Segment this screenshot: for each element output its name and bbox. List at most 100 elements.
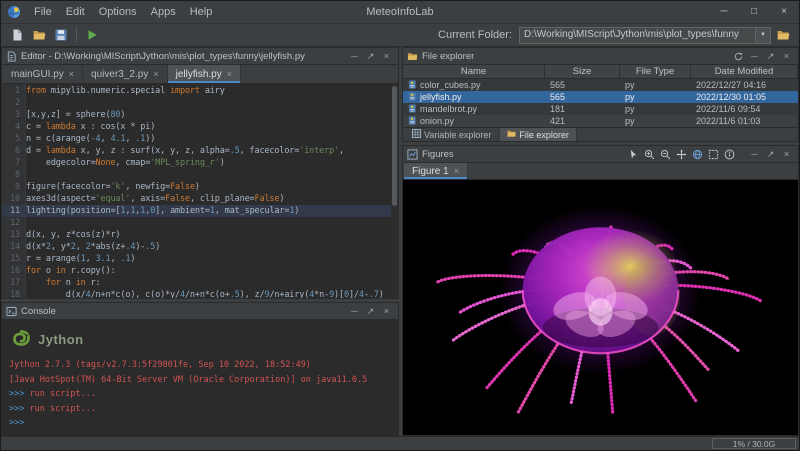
close-panel-icon[interactable]: × <box>379 49 394 63</box>
column-header-date-modified[interactable]: Date Modified <box>691 65 798 78</box>
new-file-button[interactable] <box>7 26 27 45</box>
combo-dropdown-icon[interactable]: ▼ <box>755 28 770 43</box>
file-type-cell: py <box>620 116 691 126</box>
column-header-file-type[interactable]: File Type <box>620 65 691 78</box>
current-folder-value: D:\Working\MIScript\Jython\mis\plot_type… <box>520 28 755 43</box>
editor-tab-quiver3_2.py[interactable]: quiver3_2.py× <box>83 65 168 83</box>
column-header-name[interactable]: Name <box>403 65 545 78</box>
float-panel-icon[interactable]: ↗ <box>363 49 378 63</box>
line-number: 13 <box>2 229 26 241</box>
globe-icon <box>692 149 703 160</box>
tab-close-icon[interactable]: × <box>227 70 232 79</box>
current-folder-combo[interactable]: D:\Working\MIScript\Jython\mis\plot_type… <box>519 27 771 44</box>
menu-help[interactable]: Help <box>183 2 220 23</box>
minimize-panel-icon[interactable]: ─ <box>347 49 362 63</box>
identify-button[interactable] <box>722 147 737 161</box>
editor-tab-mainGUI.py[interactable]: mainGUI.py× <box>3 65 83 83</box>
file-row[interactable]: jellyfish.py565py2022/12/30 01:05 <box>403 91 798 103</box>
python-file-icon <box>408 92 417 101</box>
zoom-out-icon <box>660 149 671 160</box>
pan-button[interactable] <box>674 147 689 161</box>
line-number: 4 <box>2 121 26 133</box>
file-row[interactable]: color_cubes.py565py2022/12/27 04:16 <box>403 79 798 91</box>
minimize-panel-icon[interactable]: ─ <box>347 304 362 318</box>
menu-options[interactable]: Options <box>92 2 144 23</box>
close-panel-icon[interactable]: × <box>779 49 794 63</box>
code-line-text: r = arange(1, 3.1, .1) <box>26 253 135 265</box>
minimize-panel-icon[interactable]: ─ <box>747 49 762 63</box>
run-button[interactable] <box>82 26 102 45</box>
code-line-text: edgecolor=None, cmap='MPL_spring_r') <box>26 157 225 169</box>
code-line: 15r = arange(1, 3.1, .1) <box>2 253 391 265</box>
line-number: 17 <box>2 277 26 289</box>
float-panel-icon[interactable]: ↗ <box>763 49 778 63</box>
tab-label: Variable explorer <box>424 130 491 140</box>
save-button[interactable] <box>51 26 71 45</box>
maximize-button[interactable]: □ <box>739 1 769 23</box>
full-extent-button[interactable] <box>706 147 721 161</box>
explorer-tab-bar: Variable explorer File explorer <box>403 127 798 141</box>
menu-edit[interactable]: Edit <box>59 2 92 23</box>
main-area: Editor - D:\Working\MIScript\Jython\mis\… <box>1 47 799 436</box>
close-button[interactable]: × <box>769 1 799 23</box>
line-number: 12 <box>2 217 26 229</box>
tab-close-icon[interactable]: × <box>153 70 158 79</box>
file-type-cell: py <box>620 92 691 102</box>
open-button[interactable] <box>29 26 49 45</box>
code-line-text: lighting(position=[1,1,1,0], ambient=1, … <box>26 205 299 217</box>
file-row[interactable]: onion.py421py2022/11/6 01:03 <box>403 115 798 127</box>
figure-canvas[interactable] <box>403 180 798 435</box>
console-output[interactable]: Jython Jython 2.7.3 (tags/v2.7.3:5f29801… <box>2 320 398 435</box>
zoom-in-button[interactable] <box>642 147 657 161</box>
editor-scrollbar[interactable] <box>391 84 398 298</box>
refresh-icon[interactable] <box>731 49 746 63</box>
close-panel-icon[interactable]: × <box>379 304 394 318</box>
console-panel: Console ─ ↗ × Jython Jyt <box>1 302 399 436</box>
line-number: 15 <box>2 253 26 265</box>
tab-close-icon[interactable]: × <box>454 167 459 176</box>
memory-text: 1% / 30.0G <box>733 439 776 449</box>
line-number: 7 <box>2 157 26 169</box>
tab-variable-explorer[interactable]: Variable explorer <box>405 128 499 141</box>
code-line: 8 <box>2 169 391 181</box>
code-line-text: d(x, y, z*cos(z)*r) <box>26 229 120 241</box>
editor-panel-controls: ─ ↗ × <box>347 49 394 63</box>
file-modified-cell: 2022/11/6 09:54 <box>691 104 798 114</box>
tab-file-explorer[interactable]: File explorer <box>500 128 577 141</box>
minimize-panel-icon[interactable]: ─ <box>747 147 762 161</box>
line-number: 2 <box>2 97 26 109</box>
line-number: 16 <box>2 265 26 277</box>
editor-tab-jellyfish.py[interactable]: jellyfish.py× <box>168 65 241 83</box>
menu-apps[interactable]: Apps <box>144 2 183 23</box>
minimize-button[interactable]: ─ <box>709 1 739 23</box>
code-line: 5n = c(arange(-4, 4.1, .1)) <box>2 133 391 145</box>
float-panel-icon[interactable]: ↗ <box>363 304 378 318</box>
scrollbar-thumb[interactable] <box>392 86 397 206</box>
code-line-text: axes3d(aspect='equal', axis=False, clip_… <box>26 193 284 205</box>
file-modified-cell: 2022/11/6 01:03 <box>691 116 798 126</box>
zoom-out-button[interactable] <box>658 147 673 161</box>
file-name-cell: color_cubes.py <box>403 80 545 90</box>
memory-indicator[interactable]: 1% / 30.0G <box>712 438 796 449</box>
figures-panel-title: Figures <box>422 149 454 160</box>
select-button[interactable] <box>626 147 641 161</box>
code-line: 3[x,y,z] = sphere(80) <box>2 109 391 121</box>
menu-file[interactable]: File <box>27 2 59 23</box>
identify-icon <box>724 149 735 160</box>
figure-tab[interactable]: Figure 1 × <box>404 163 468 179</box>
file-row[interactable]: mandelbrot.py181py2022/11/6 09:54 <box>403 103 798 115</box>
status-bar: 1% / 30.0G <box>1 436 799 450</box>
tab-close-icon[interactable]: × <box>69 70 74 79</box>
float-panel-icon[interactable]: ↗ <box>763 147 778 161</box>
column-header-size[interactable]: Size <box>545 65 620 78</box>
line-number: 3 <box>2 109 26 121</box>
globe-button[interactable] <box>690 147 705 161</box>
file-modified-cell: 2022/12/27 04:16 <box>691 80 798 90</box>
save-icon <box>54 28 68 42</box>
code-editor[interactable]: 1from mipylib.numeric.special import air… <box>2 84 398 298</box>
title-bar: FileEditOptionsAppsHelp MeteoInfoLab ─ □… <box>1 1 799 24</box>
close-panel-icon[interactable]: × <box>779 147 794 161</box>
table-icon <box>412 129 421 140</box>
code-line: 4c = lambda x : cos(x * pi) <box>2 121 391 133</box>
browse-folder-button[interactable] <box>773 26 793 45</box>
